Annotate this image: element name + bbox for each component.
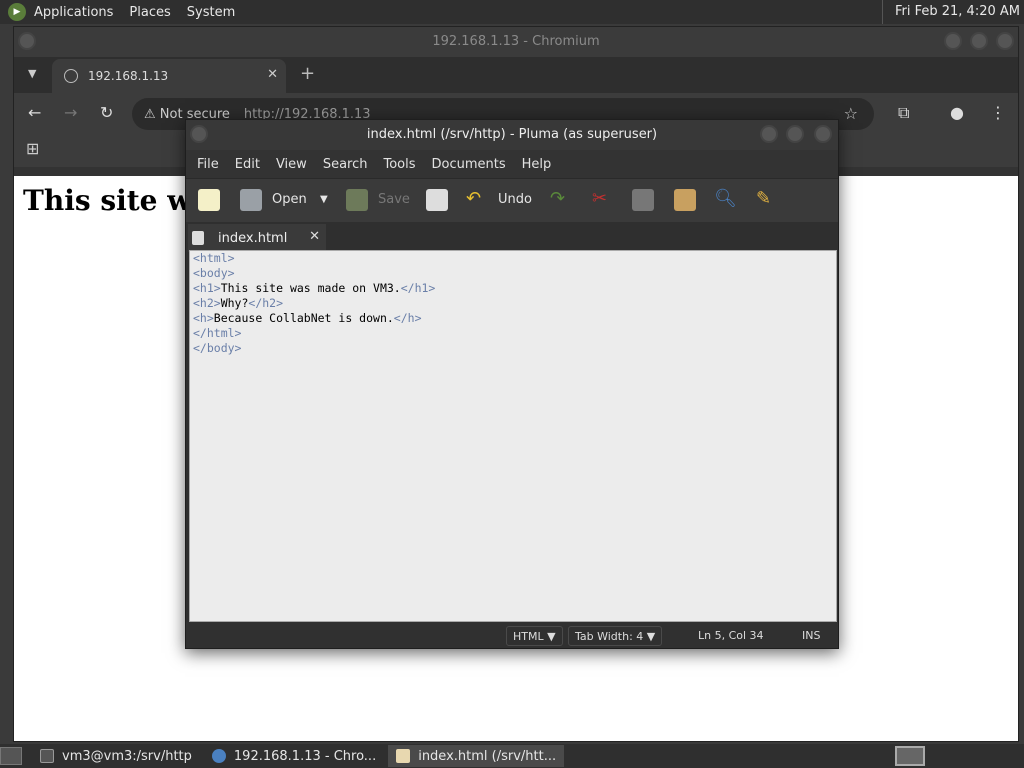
distro-logo-icon[interactable]: ▶ (8, 3, 26, 21)
pluma-titlebar[interactable]: index.html (/srv/http) - Pluma (as super… (186, 120, 838, 150)
profile-avatar-icon[interactable]: ● (950, 103, 964, 122)
insert-mode-indicator: INS (802, 629, 821, 642)
forward-arrow-icon[interactable]: → (64, 103, 77, 122)
new-document-icon[interactable] (198, 189, 220, 211)
warning-triangle-icon[interactable]: ⚠ (144, 107, 156, 122)
chromium-titlebar[interactable]: 192.168.1.13 - Chromium (14, 27, 1018, 57)
maximize-button[interactable] (786, 125, 804, 143)
taskbar-item-chromium[interactable]: 192.168.1.13 - Chro... (204, 745, 384, 767)
chromium-window-title: 192.168.1.13 - Chromium (432, 34, 600, 49)
back-arrow-icon[interactable]: ← (28, 103, 41, 122)
open-folder-icon[interactable] (240, 189, 262, 211)
globe-icon (64, 69, 78, 83)
menu-documents[interactable]: Documents (424, 157, 514, 172)
code-line[interactable]: <h2>Why?</h2> (193, 296, 833, 311)
document-icon (192, 231, 204, 245)
text-editor-area[interactable]: <html> <body> <h1>This site was made on … (189, 250, 837, 622)
cut-scissors-icon[interactable]: ✂ (592, 188, 607, 209)
pluma-menubar: File Edit View Search Tools Documents He… (186, 150, 838, 178)
tab-close-icon[interactable]: ✕ (309, 229, 320, 244)
text-editor-icon (396, 749, 411, 763)
save-disk-icon[interactable] (346, 189, 368, 211)
menu-search[interactable]: Search (315, 157, 376, 172)
top-panel: ▶ Applications Places System Fri Feb 21,… (0, 0, 1024, 24)
pluma-window: index.html (/srv/http) - Pluma (as super… (185, 119, 839, 649)
undo-arrow-icon[interactable]: ↶ (466, 188, 481, 209)
code-line[interactable]: <h1>This site was made on VM3.</h1> (193, 281, 833, 296)
chromium-icon (211, 749, 226, 763)
code-line[interactable]: </body> (193, 341, 833, 356)
minimize-button[interactable] (760, 125, 778, 143)
document-tab-title: index.html (218, 230, 288, 246)
terminal-icon (40, 749, 54, 763)
new-tab-plus-icon[interactable]: + (300, 63, 315, 84)
menu-edit[interactable]: Edit (227, 157, 268, 172)
pluma-document-tabs: index.html ✕ (186, 222, 838, 252)
browser-tab-title: 192.168.1.13 (88, 69, 169, 83)
document-tab[interactable]: index.html ✕ (188, 224, 326, 252)
code-line[interactable]: <body> (193, 266, 833, 281)
redo-arrow-icon[interactable]: ↷ (550, 188, 565, 209)
kebab-menu-icon[interactable]: ⋮ (990, 103, 1006, 122)
minimize-button[interactable] (944, 32, 962, 50)
save-button[interactable]: Save (378, 192, 410, 207)
reload-icon[interactable]: ↻ (100, 103, 113, 122)
cursor-position: Ln 5, Col 34 (698, 629, 764, 642)
copy-icon[interactable] (632, 189, 654, 211)
menu-places[interactable]: Places (121, 0, 178, 24)
bookmark-star-icon[interactable]: ☆ (844, 104, 858, 123)
find-magnifier-icon[interactable]: 🔍︎ (714, 188, 737, 209)
menu-system[interactable]: System (179, 0, 243, 24)
tab-width-dropdown[interactable]: Tab Width: 4 ▼ (568, 626, 663, 646)
tab-search-chevron-icon[interactable]: ▼ (28, 67, 36, 80)
tab-close-icon[interactable]: ✕ (267, 67, 278, 82)
chromium-tabstrip: ▼ 192.168.1.13 ✕ + (14, 57, 1018, 93)
close-button[interactable] (814, 125, 832, 143)
replace-magnifier-icon[interactable]: ✎ (756, 188, 771, 209)
pluma-window-title: index.html (/srv/http) - Pluma (as super… (366, 127, 658, 142)
menu-file[interactable]: File (189, 157, 227, 172)
code-line[interactable]: </html> (193, 326, 833, 341)
undo-button[interactable]: Undo (498, 192, 532, 207)
close-button[interactable] (996, 32, 1014, 50)
menu-help[interactable]: Help (514, 157, 560, 172)
taskbar: vm3@vm3:/srv/http 192.168.1.13 - Chro...… (0, 744, 1024, 768)
extensions-puzzle-icon[interactable]: ⧉ (898, 103, 909, 123)
menu-applications[interactable]: Applications (26, 0, 121, 24)
pluma-toolbar: Open ▼ Save ↶ Undo ↷ ✂ 🔍︎ ✎ (186, 178, 838, 222)
show-desktop-icon[interactable] (0, 747, 22, 765)
open-dropdown-arrow-icon[interactable]: ▼ (320, 194, 328, 205)
print-icon[interactable] (426, 189, 448, 211)
taskbar-item-terminal[interactable]: vm3@vm3:/srv/http (32, 745, 200, 767)
workspace-switcher[interactable] (895, 746, 925, 766)
window-menu-button[interactable] (190, 125, 208, 143)
maximize-button[interactable] (970, 32, 988, 50)
open-button[interactable]: Open (272, 192, 307, 207)
taskbar-item-pluma[interactable]: index.html (/srv/htt... (388, 745, 565, 767)
code-line[interactable]: <h>Because CollabNet is down.</h> (193, 311, 833, 326)
menu-tools[interactable]: Tools (375, 157, 423, 172)
browser-tab[interactable]: 192.168.1.13 ✕ (52, 59, 286, 93)
clock[interactable]: Fri Feb 21, 4:20 AM (881, 0, 1020, 24)
apps-grid-icon[interactable]: ⊞ (26, 139, 39, 158)
pluma-statusbar: HTML ▼ Tab Width: 4 ▼ Ln 5, Col 34 INS (186, 622, 838, 648)
paste-clipboard-icon[interactable] (674, 189, 696, 211)
language-dropdown[interactable]: HTML ▼ (506, 626, 563, 646)
window-menu-button[interactable] (18, 32, 36, 50)
code-line[interactable]: <html> (193, 251, 833, 266)
menu-view[interactable]: View (268, 157, 315, 172)
